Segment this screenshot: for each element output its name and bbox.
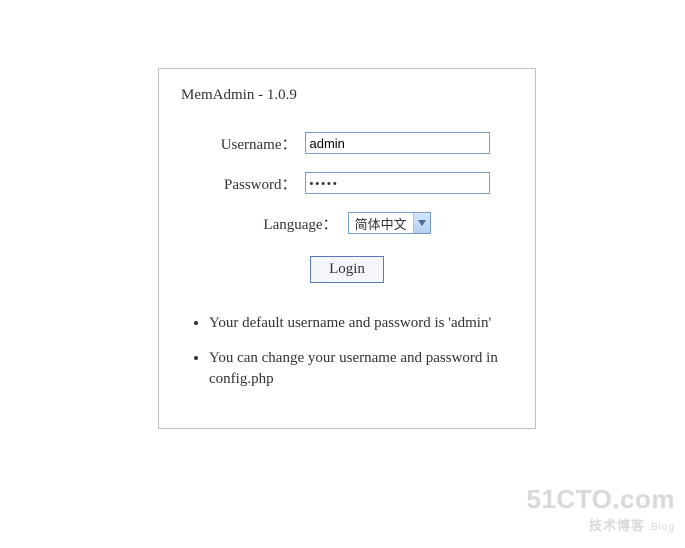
language-row: Language： 简体中文	[181, 212, 513, 234]
note-item: You can change your username and passwor…	[209, 348, 503, 390]
language-label: Language：	[263, 213, 337, 234]
password-row: Password： •••••	[181, 172, 513, 194]
language-select[interactable]: 简体中文	[348, 212, 431, 234]
button-row: Login	[181, 256, 513, 283]
app-title: MemAdmin - 1.0.9	[181, 87, 513, 104]
login-button[interactable]: Login	[310, 256, 384, 283]
username-row: Username：	[181, 132, 513, 154]
watermark-sub: 技术博客Blog	[526, 515, 675, 534]
watermark: 51CTO.com 技术博客Blog	[526, 484, 675, 534]
password-input[interactable]: •••••	[305, 172, 490, 194]
username-label: Username：	[205, 133, 305, 154]
note-item: Your default username and password is 'a…	[209, 313, 503, 334]
password-label: Password：	[205, 173, 305, 194]
login-panel: MemAdmin - 1.0.9 Username： Password： •••…	[158, 68, 536, 429]
notes-list: Your default username and password is 'a…	[181, 313, 513, 390]
watermark-main: 51CTO.com	[526, 484, 675, 515]
chevron-down-icon	[413, 213, 430, 233]
username-input[interactable]	[305, 132, 490, 154]
language-selected-text: 简体中文	[349, 214, 413, 233]
